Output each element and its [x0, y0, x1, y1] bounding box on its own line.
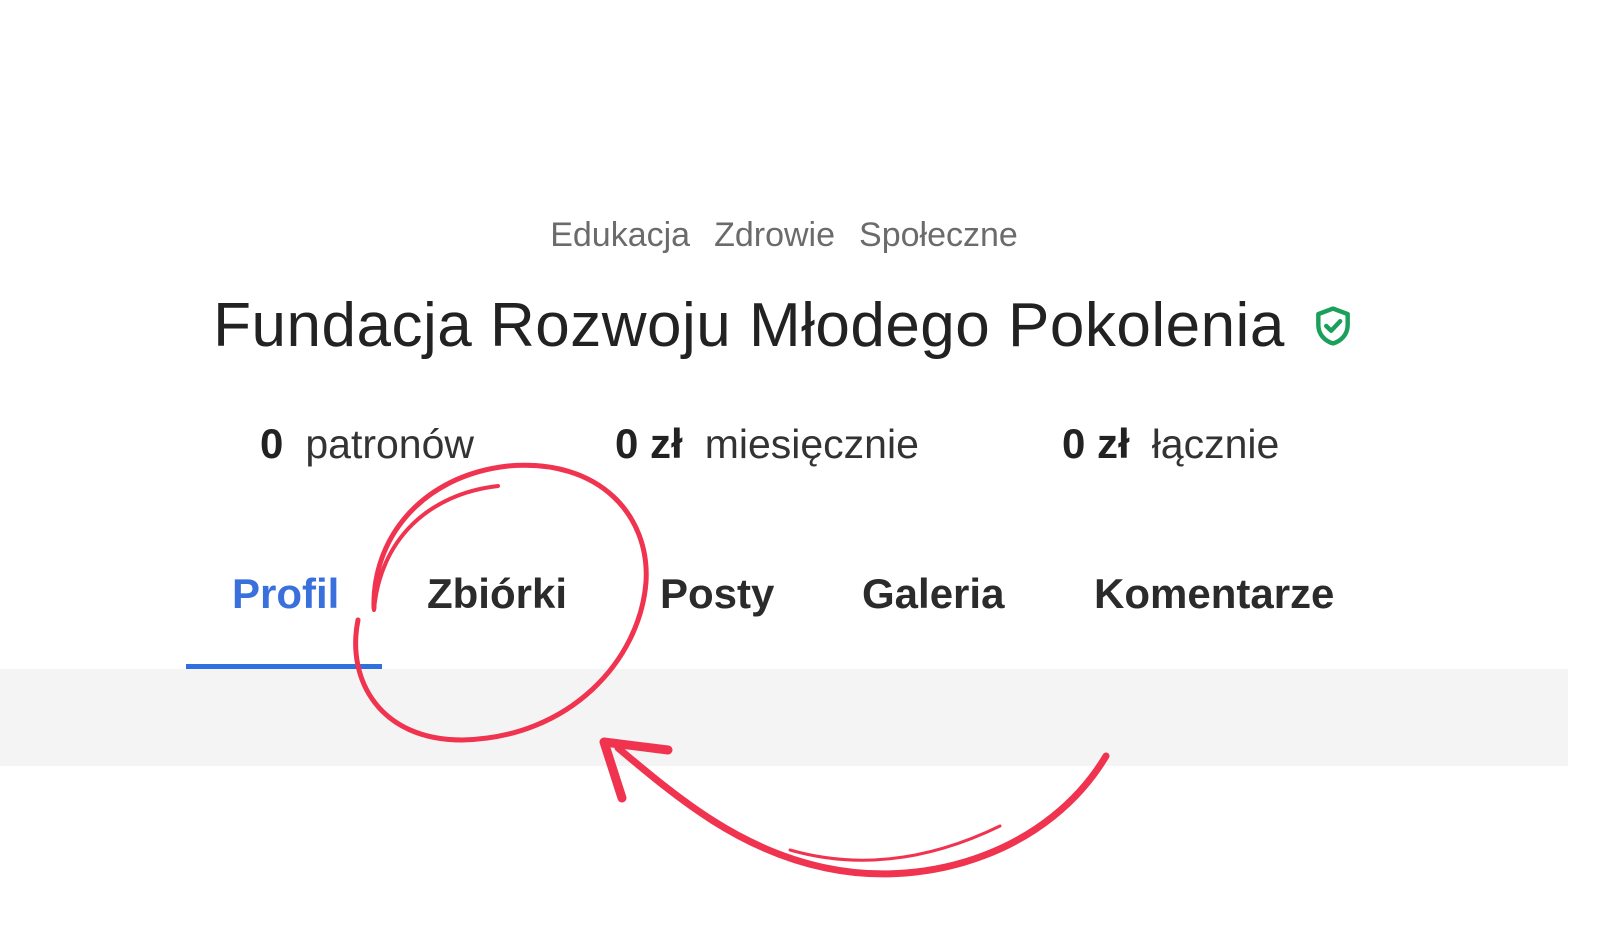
category-tag[interactable]: Zdrowie	[714, 216, 835, 255]
stat-total: 0 zł łącznie	[1062, 420, 1279, 468]
stat-label: patronów	[305, 421, 475, 467]
stat-patrons: 0 patronów	[260, 420, 474, 468]
content-area	[0, 669, 1568, 766]
stat-value: 0	[260, 420, 284, 467]
profile-tabs: Profil Zbiórki Posty Galeria Komentarze	[0, 570, 1568, 670]
category-tag[interactable]: Edukacja	[550, 216, 690, 255]
shield-check-icon	[1315, 305, 1350, 346]
stats-row: 0 patronów 0 zł miesięcznie 0 zł łącznie	[0, 420, 1568, 490]
stat-label: łącznie	[1151, 421, 1280, 467]
stat-value: 0 zł	[1062, 420, 1130, 467]
tab-zbiorki[interactable]: Zbiórki	[427, 570, 567, 618]
tab-profil[interactable]: Profil	[232, 570, 339, 618]
tab-galeria[interactable]: Galeria	[862, 570, 1004, 618]
tab-posty[interactable]: Posty	[660, 570, 774, 618]
active-tab-indicator	[186, 664, 382, 669]
stat-value: 0 zł	[615, 420, 683, 467]
page-title: Fundacja Rozwoju Młodego Pokolenia	[213, 291, 1285, 360]
tab-komentarze[interactable]: Komentarze	[1094, 570, 1334, 618]
category-tag[interactable]: Społeczne	[859, 216, 1018, 255]
stat-monthly: 0 zł miesięcznie	[615, 420, 919, 468]
stat-label: miesięcznie	[704, 421, 919, 467]
annotation-arrow-highlight	[788, 824, 1002, 862]
title-row: Fundacja Rozwoju Młodego Pokolenia	[0, 290, 1568, 361]
annotation-arrow	[614, 744, 1110, 878]
category-tags: Edukacja Zdrowie Społeczne	[0, 216, 1568, 255]
